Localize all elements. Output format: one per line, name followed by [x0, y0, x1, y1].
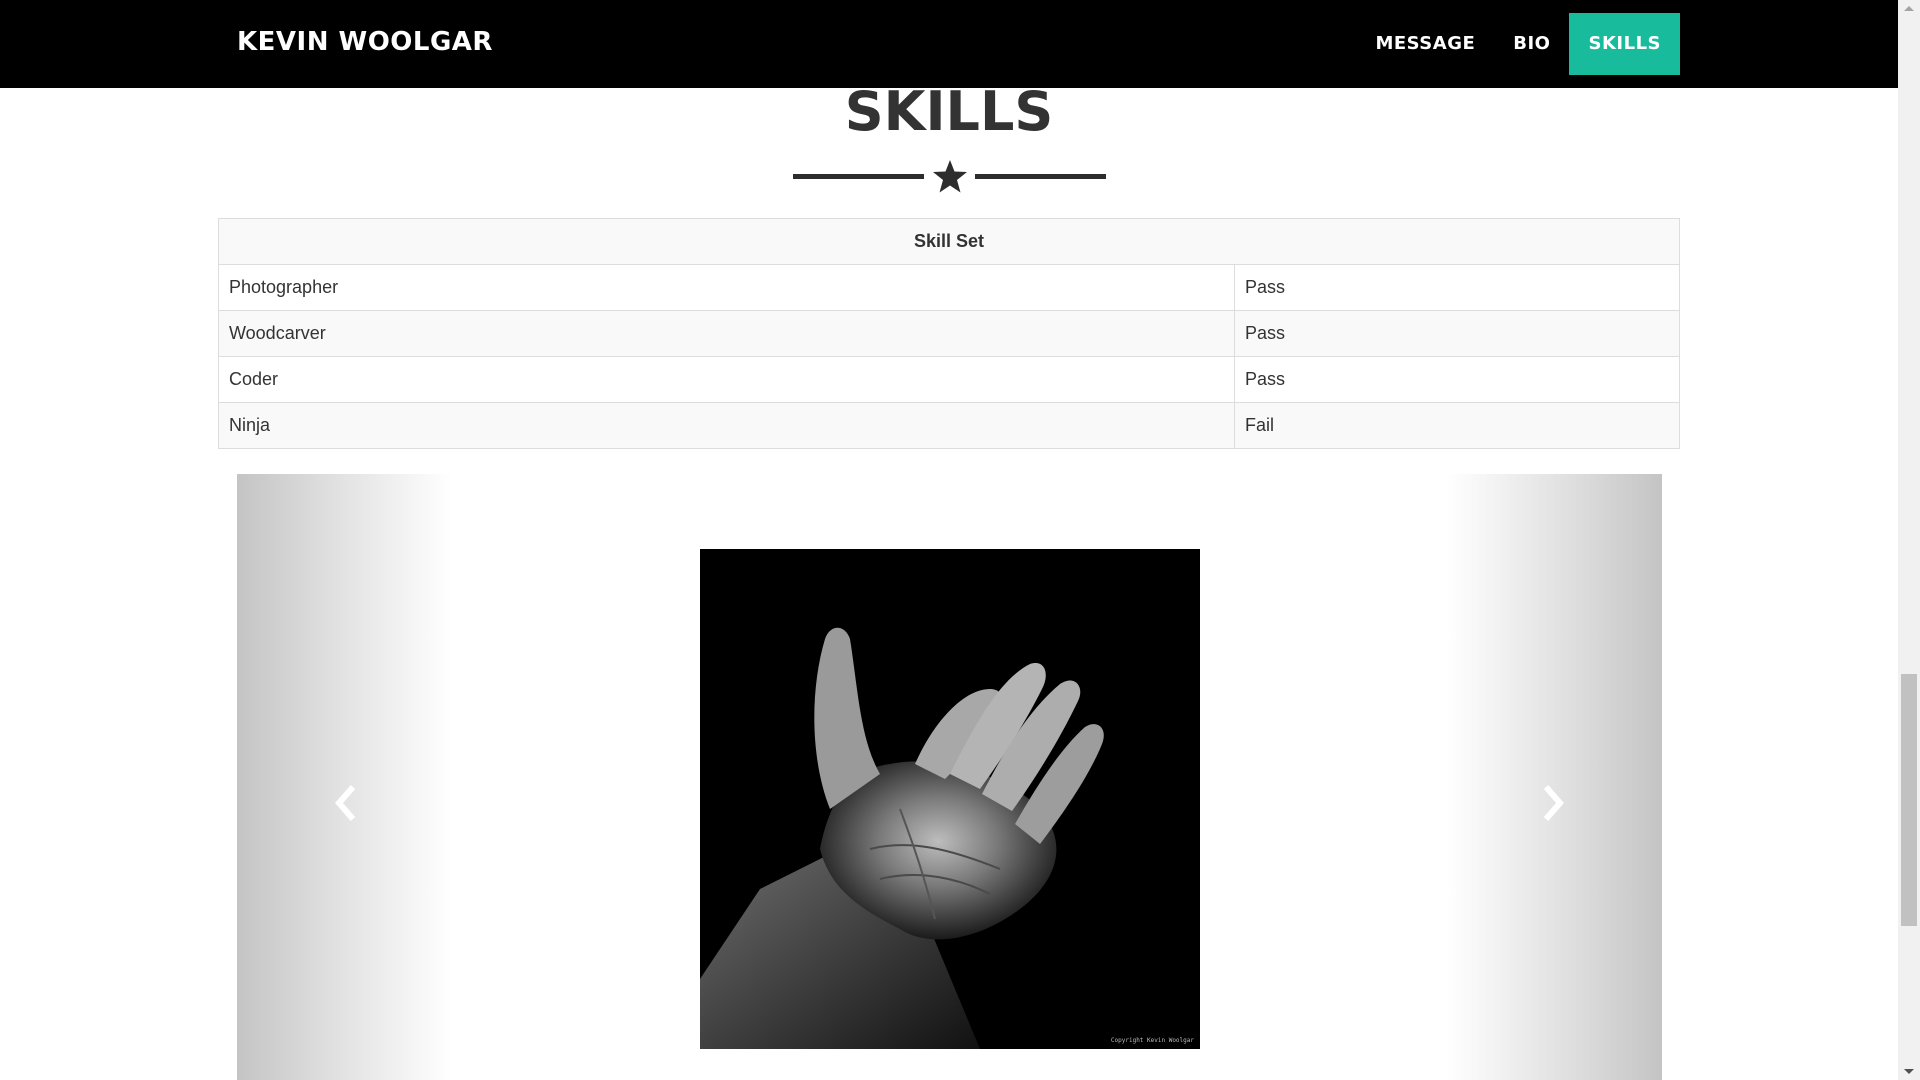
page: KEVIN WOOLGAR MESSAGE BIO SKILLS SKILLS … [0, 0, 1920, 1080]
skills-table: Skill Set Photographer Pass Woodcarver P… [218, 218, 1680, 449]
star-divider [793, 158, 1106, 196]
hand-photo: Copyright Kevin Woolgar [700, 549, 1200, 1049]
scroll-thumb[interactable] [1901, 674, 1917, 926]
skill-name: Ninja [218, 402, 1235, 449]
skill-result: Pass [1234, 356, 1680, 403]
table-row: Ninja Fail [218, 402, 1680, 449]
divider-line-right [975, 174, 1106, 179]
skill-name: Coder [218, 356, 1235, 403]
photo-carousel: Copyright Kevin Woolgar [237, 474, 1662, 1080]
nav-link-skills[interactable]: SKILLS [1569, 13, 1680, 75]
scroll-down-arrow-icon[interactable] [1904, 1069, 1914, 1074]
chevron-right-icon [1543, 785, 1564, 821]
skill-name: Woodcarver [218, 310, 1235, 357]
chevron-left-icon [335, 785, 356, 821]
skill-name: Photographer [218, 264, 1235, 311]
nav-link-message[interactable]: MESSAGE [1356, 13, 1494, 75]
skill-result: Fail [1234, 402, 1680, 449]
table-row: Woodcarver Pass [218, 310, 1680, 357]
section-title: SKILLS [844, 80, 1054, 143]
skill-result: Pass [1234, 310, 1680, 357]
star-icon [933, 160, 967, 193]
table-header: Skill Set [218, 218, 1680, 265]
skill-result: Pass [1234, 264, 1680, 311]
brand-link[interactable]: KEVIN WOOLGAR [237, 27, 493, 57]
navbar: KEVIN WOOLGAR MESSAGE BIO SKILLS [0, 0, 1898, 88]
carousel-prev-button[interactable] [237, 474, 451, 1080]
nav-menu: MESSAGE BIO SKILLS [1356, 13, 1680, 75]
hand-photo-image [700, 549, 1200, 1049]
photo-copyright: Copyright Kevin Woolgar [1110, 1037, 1194, 1044]
page-scrollbar[interactable] [1898, 0, 1920, 1080]
carousel-next-button[interactable] [1448, 474, 1662, 1080]
table-row: Photographer Pass [218, 264, 1680, 311]
table-header-row: Skill Set [218, 218, 1680, 265]
nav-link-bio[interactable]: BIO [1494, 13, 1569, 75]
table-row: Coder Pass [218, 356, 1680, 403]
divider-line-left [793, 174, 924, 179]
scroll-up-arrow-icon[interactable] [1904, 6, 1914, 11]
